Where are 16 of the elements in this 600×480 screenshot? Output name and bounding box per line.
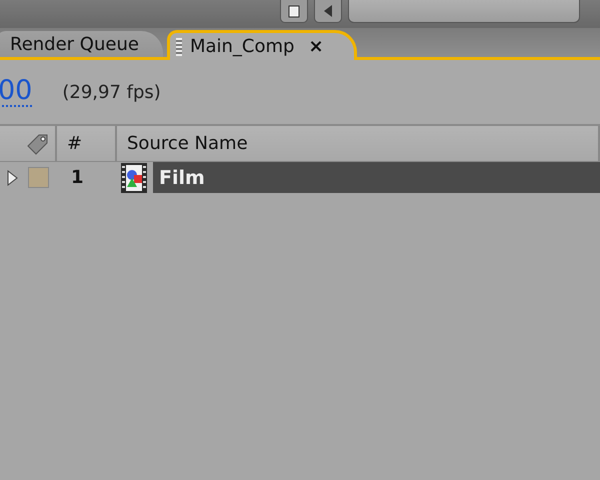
grip-icon [176,38,182,56]
label-color-swatch[interactable] [28,167,49,188]
layer-number: 1 [71,167,84,188]
frame-rate: (29,97 fps) [62,82,161,102]
expand-triangle-icon[interactable] [6,170,18,186]
panel-tab[interactable]: Render Queue [0,31,163,57]
tab-label: Main_Comp [190,36,294,57]
search-field[interactable] [348,0,580,23]
close-icon[interactable]: × [308,36,324,57]
tab-label: Render Queue [10,34,139,54]
panel-tab[interactable]: Main_Comp × [166,30,357,60]
layer-name[interactable]: Film [153,162,600,193]
back-button[interactable] [314,0,342,23]
left-arrow-icon [323,5,333,17]
trash-button[interactable] [280,0,308,23]
footage-icon [121,162,147,192]
